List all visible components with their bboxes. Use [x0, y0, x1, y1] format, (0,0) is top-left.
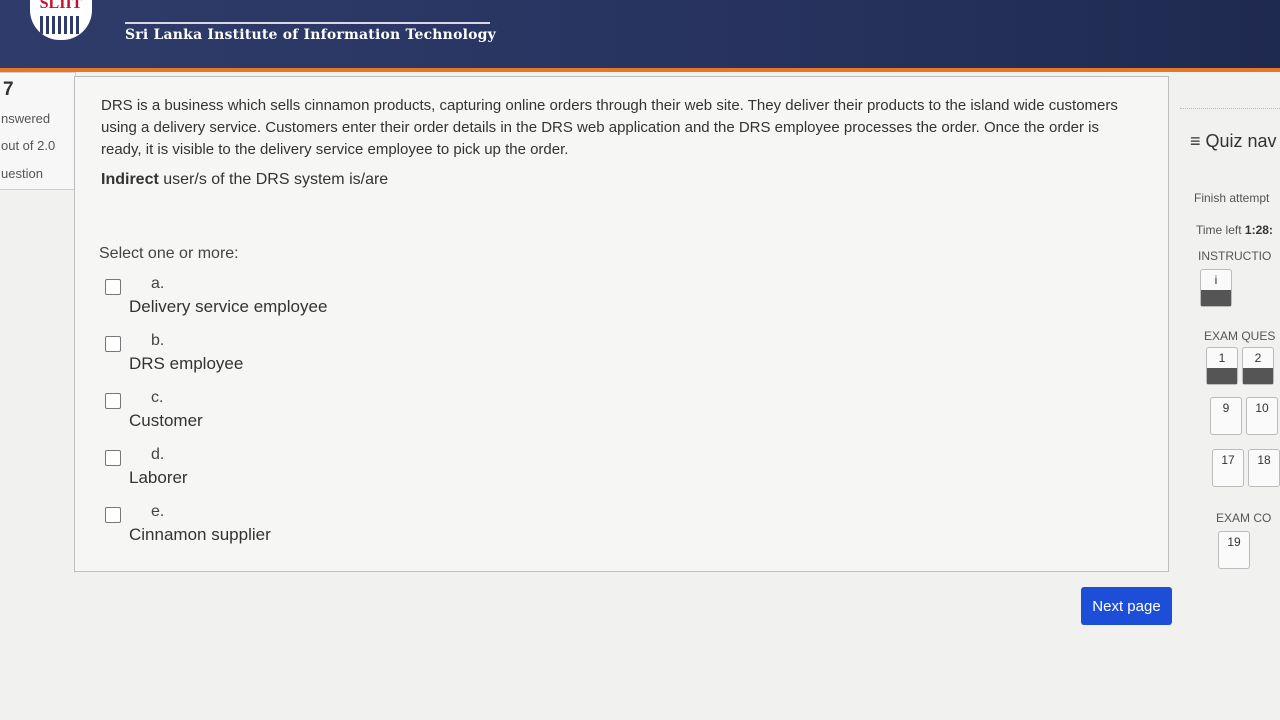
question-prompt: Indirect user/s of the DRS system is/are — [101, 171, 388, 189]
prompt-emphasis: Indirect — [101, 171, 159, 188]
finish-attempt-link[interactable]: Finish attempt — [1194, 191, 1269, 205]
question-card: DRS is a business which sells cinnamon p… — [74, 76, 1169, 572]
option-checkbox[interactable] — [105, 393, 121, 409]
question-nav-button-17[interactable]: 17 — [1212, 449, 1244, 487]
question-text: DRS is a business which sells cinnamon p… — [101, 97, 1118, 158]
answer-option-b[interactable]: b. DRS employee — [105, 332, 505, 382]
site-header: SLIIT Sri Lanka Institute of Information… — [0, 0, 1280, 72]
instructions-label: INSTRUCTIO — [1198, 249, 1272, 263]
header-divider — [125, 22, 490, 24]
option-checkbox[interactable] — [105, 450, 121, 466]
question-marks: out of 2.0 — [1, 138, 56, 153]
flag-question-link[interactable]: uestion — [1, 166, 43, 181]
question-nav-button-1[interactable]: 1 — [1206, 347, 1238, 385]
sliit-logo[interactable]: SLIIT — [30, 0, 92, 40]
quiz-nav-title: ≡ Quiz nav — [1190, 131, 1277, 151]
time-left-label: Time left — [1196, 223, 1245, 237]
time-left-value: 1:28: — [1244, 223, 1273, 237]
exam-conclusion-label: EXAM CO — [1216, 511, 1272, 525]
answer-option-c[interactable]: c. Customer — [105, 389, 505, 439]
option-text[interactable]: Laborer — [129, 468, 188, 488]
question-info-panel: 7 nswered out of 2.0 uestion — [0, 72, 76, 190]
option-text[interactable]: Delivery service employee — [129, 297, 327, 317]
option-letter: c. — [151, 389, 164, 406]
option-letter: a. — [151, 275, 165, 292]
option-checkbox[interactable] — [105, 279, 121, 295]
prompt-text: user/s of the DRS system is/are — [158, 171, 389, 188]
time-left: Time left 1:28: — [1196, 223, 1273, 237]
option-letter: e. — [151, 503, 165, 520]
question-nav-button-9[interactable]: 9 — [1210, 397, 1242, 435]
next-page-button[interactable]: Next page — [1081, 587, 1172, 625]
answer-option-a[interactable]: a. Delivery service employee — [105, 275, 505, 325]
question-nav-button-19[interactable]: 19 — [1218, 531, 1250, 569]
logo-text: SLIIT — [39, 0, 83, 12]
quiz-navigation-panel: ≡ Quiz nav Finish attempt Time left 1:28… — [1180, 108, 1280, 588]
question-nav-button-18[interactable]: 18 — [1248, 449, 1280, 487]
answer-option-e[interactable]: e. Cinnamon supplier — [105, 503, 505, 553]
instructions-nav-button[interactable]: i — [1200, 269, 1232, 307]
option-text[interactable]: Cinnamon supplier — [129, 525, 271, 545]
question-number: 7 — [3, 79, 14, 100]
option-checkbox[interactable] — [105, 507, 121, 523]
option-text[interactable]: Customer — [129, 411, 203, 431]
select-instruction: Select one or more: — [99, 245, 239, 262]
question-nav-button-10[interactable]: 10 — [1246, 397, 1278, 435]
question-nav-button-2[interactable]: 2 — [1242, 347, 1274, 385]
option-letter: b. — [151, 332, 165, 349]
question-status: nswered — [1, 111, 51, 126]
option-text[interactable]: DRS employee — [129, 354, 243, 374]
option-letter: d. — [151, 446, 165, 463]
exam-questions-label: EXAM QUES — [1204, 329, 1276, 343]
option-checkbox[interactable] — [105, 336, 121, 352]
answer-option-d[interactable]: d. Laborer — [105, 446, 505, 496]
institute-name: Sri Lanka Institute of Information Techn… — [125, 27, 496, 43]
logo-emblem — [40, 16, 82, 34]
